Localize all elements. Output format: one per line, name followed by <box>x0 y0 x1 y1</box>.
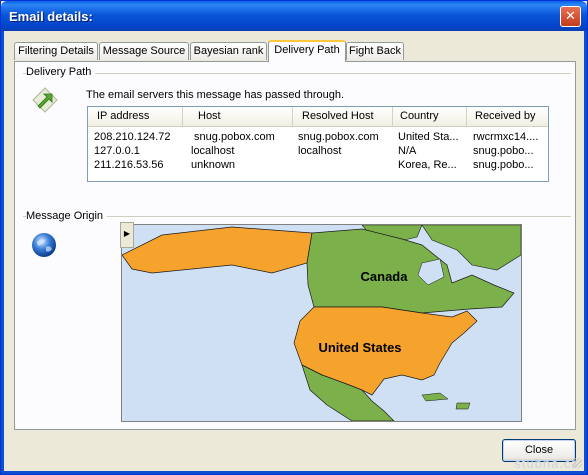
window-title: Email details: <box>9 9 93 24</box>
cell-ip: 127.0.0.1 <box>94 145 140 157</box>
group-divider <box>23 73 571 74</box>
cell-ip: 208.210.124.72 <box>94 131 171 143</box>
window-border-left <box>1 31 4 474</box>
tab-fight-back[interactable]: Fight Back <box>346 42 404 60</box>
cell-ip: 211.216.53.56 <box>94 159 164 171</box>
tab-filtering-details[interactable]: Filtering Details <box>14 42 98 60</box>
map-caribbean <box>455 402 471 410</box>
tab-message-source[interactable]: Message Source <box>99 42 189 60</box>
cell-host: localhost <box>191 145 235 157</box>
map-expand-toggle[interactable]: ▶ <box>120 222 134 248</box>
tab-panel-delivery-path: Delivery Path The email servers this mes… <box>14 61 576 430</box>
column-header-country[interactable]: Country <box>393 107 467 126</box>
column-header-ip-address[interactable]: IP address <box>88 107 183 126</box>
tab-bayesian-rank[interactable]: Bayesian rank <box>190 42 267 60</box>
cell-received-by: snug.pobo... <box>473 145 534 157</box>
cell-received-by: rwcrmxc14.... <box>473 131 539 143</box>
window-border-right <box>584 31 587 474</box>
list-header: IP address Host Resolved Host Country Re… <box>88 107 548 127</box>
table-row[interactable]: 211.216.53.56 unknown Korea, Re... snug.… <box>88 158 548 172</box>
table-row[interactable]: 208.210.124.72 snug.pobox.com snug.pobox… <box>88 130 548 144</box>
cell-resolved-host: snug.pobox.com <box>298 131 379 143</box>
title-bar[interactable]: Email details: ✕ <box>1 1 587 31</box>
cell-host: snug.pobox.com <box>191 131 275 143</box>
arrow-in-icon <box>29 84 61 116</box>
column-header-host[interactable]: Host <box>183 107 293 126</box>
window-border-bottom <box>1 471 587 474</box>
tab-delivery-path[interactable]: Delivery Path <box>268 40 346 62</box>
map-label-canada: Canada <box>361 269 409 284</box>
email-details-window: Email details: ✕ Filtering Details Messa… <box>0 0 588 475</box>
cell-country: United Sta... <box>398 131 459 143</box>
window-close-button[interactable]: ✕ <box>560 6 581 27</box>
table-row[interactable]: 127.0.0.1 localhost localhost N/A snug.p… <box>88 144 548 158</box>
delivery-path-list[interactable]: IP address Host Resolved Host Country Re… <box>87 106 549 182</box>
cell-resolved-host: localhost <box>298 145 342 157</box>
column-header-resolved-host[interactable]: Resolved Host <box>293 107 393 126</box>
delivery-path-description: The email servers this message has passe… <box>86 89 345 101</box>
cell-country: N/A <box>398 145 417 157</box>
cell-country: Korea, Re... <box>398 159 457 171</box>
watermark: stubna.cz <box>514 456 579 471</box>
cell-received-by: snug.pobo... <box>473 159 534 171</box>
message-origin-group-label: Message Origin <box>26 210 108 222</box>
cell-host: unknown <box>191 159 236 171</box>
globe-icon <box>29 230 61 262</box>
map-label-united-states: United States <box>318 340 401 355</box>
delivery-path-group-label: Delivery Path <box>26 66 96 78</box>
origin-map[interactable]: Canada United States <box>121 224 522 422</box>
column-header-received-by[interactable]: Received by <box>467 107 548 126</box>
